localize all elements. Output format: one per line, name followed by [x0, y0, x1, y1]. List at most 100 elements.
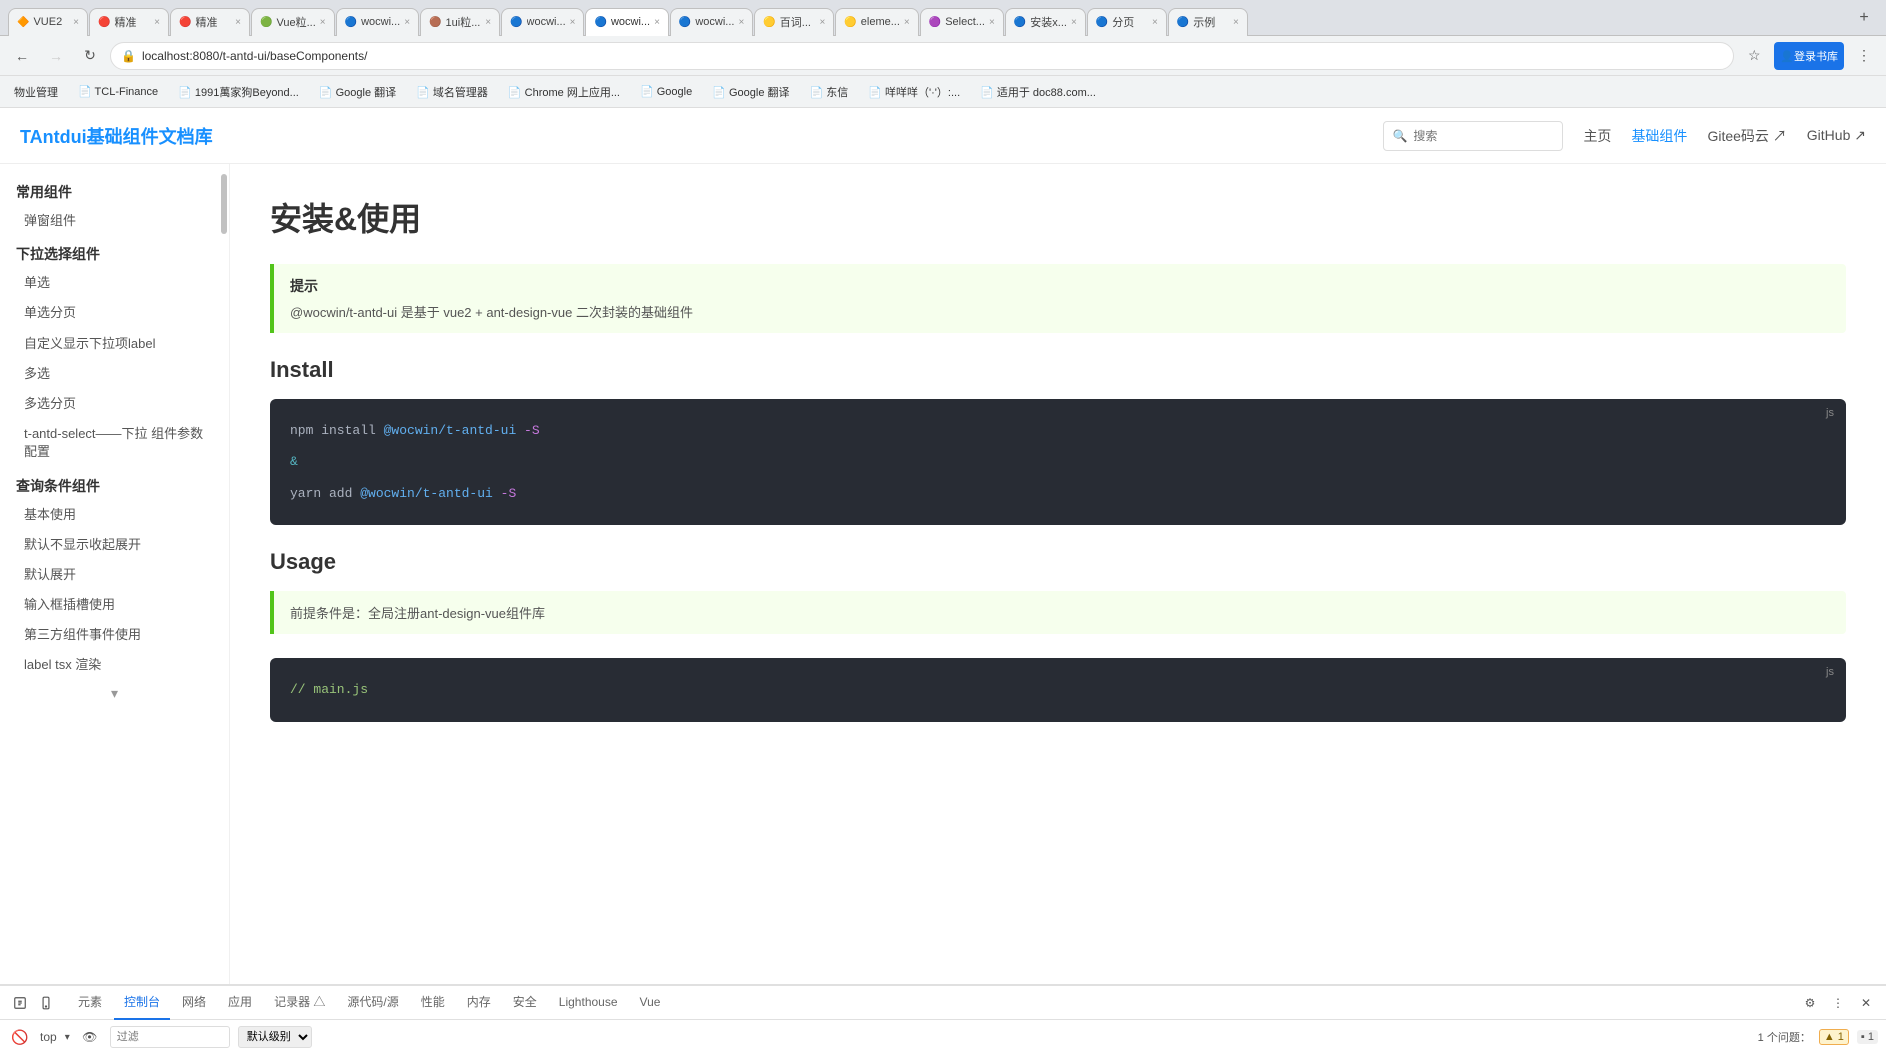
bookmark-property[interactable]: 物业管理 — [8, 82, 64, 102]
tab-wocwin3[interactable]: 🔵wocwi...× — [670, 8, 753, 36]
tab-close-icon[interactable]: × — [404, 17, 410, 28]
bookmark-dongxin[interactable]: 📄 东信 — [804, 82, 855, 102]
new-tab-button[interactable]: + — [1850, 4, 1878, 32]
sidebar-item-multi-page[interactable]: 多选分页 — [0, 389, 229, 419]
tab-wocwin-active[interactable]: 🔵wocwi...× — [585, 8, 668, 36]
reload-button[interactable]: ↻ — [76, 42, 104, 70]
devtools-clear-button[interactable]: 🚫 — [8, 1025, 32, 1049]
sidebar-item-no-collapse[interactable]: 默认不显示收起展开 — [0, 530, 229, 560]
devtools-filter-input[interactable] — [110, 1026, 230, 1048]
back-button[interactable]: ← — [8, 42, 36, 70]
tab-pagination[interactable]: 🔵分页× — [1087, 8, 1167, 36]
tab-baicheck[interactable]: 🟡百词...× — [754, 8, 834, 36]
devtools-tab-recorder[interactable]: 记录器 △ — [264, 986, 335, 1020]
site-header: TAntdui基础组件文档库 🔍 主页 基础组件 Gitee码云 ↗ GitHu… — [0, 108, 1886, 164]
tab-example[interactable]: 🔵示例× — [1168, 8, 1248, 36]
nav-home[interactable]: 主页 — [1583, 126, 1611, 146]
devtools-tab-vue[interactable]: Vue — [630, 986, 671, 1020]
sidebar-item-modal[interactable]: 弹窗组件 — [0, 206, 229, 236]
sidebar-item-label-tsx[interactable]: label tsx 渲染 — [0, 650, 229, 680]
tab-close-icon[interactable]: × — [1071, 17, 1077, 28]
tab-wocwin1[interactable]: 🔵wocwi...× — [336, 8, 419, 36]
devtools-tab-app[interactable]: 应用 — [218, 986, 262, 1020]
bookmark-button[interactable]: ☆ — [1740, 42, 1768, 70]
tab-close-icon[interactable]: × — [1233, 17, 1239, 28]
tab-close-icon[interactable]: × — [1152, 17, 1158, 28]
devtools-issue-badge[interactable]: ▲ 1 — [1819, 1029, 1849, 1045]
sidebar-item-basic[interactable]: 基本使用 — [0, 500, 229, 530]
tab-element[interactable]: 🟡eleme...× — [835, 8, 918, 36]
code-yarn-command: yarn add — [290, 486, 360, 501]
bookmark-domain[interactable]: 📄 域名管理器 — [410, 82, 494, 102]
scrollbar-thumb[interactable] — [221, 174, 227, 234]
devtools-tab-security[interactable]: 安全 — [503, 986, 547, 1020]
search-input[interactable] — [1413, 129, 1554, 143]
sidebar-item-multi[interactable]: 多选 — [0, 359, 229, 389]
sidebar-section-title-common: 常用组件 — [0, 174, 229, 206]
devtools-tab-console[interactable]: 控制台 — [114, 986, 170, 1020]
sidebar-section-title-select: 下拉选择组件 — [0, 236, 229, 268]
search-box[interactable]: 🔍 — [1383, 121, 1563, 151]
tab-close-icon[interactable]: × — [235, 17, 241, 28]
tab-select[interactable]: 🟣Select...× — [920, 8, 1004, 36]
tab-close-icon[interactable]: × — [989, 17, 995, 28]
devtools-tab-elements[interactable]: 元素 — [68, 986, 112, 1020]
bookmark-translate[interactable]: 📄 Google 翻译 — [313, 82, 402, 102]
tab-1ui[interactable]: 🟤1ui粒...× — [420, 8, 500, 36]
tab-bar[interactable]: 🔶VUE2× 🔴精准× 🔴精准× 🟢Vue粒...× 🔵wocwi...× 🟤1… — [0, 0, 1886, 36]
tab-install[interactable]: 🔵安装x...× — [1005, 8, 1086, 36]
tab-close-icon[interactable]: × — [154, 17, 160, 28]
devtools-eye-button[interactable]: 👁 — [78, 1025, 102, 1049]
tab-close-icon[interactable]: × — [904, 17, 910, 28]
tab-close-icon[interactable]: × — [320, 17, 326, 28]
tab-close-icon[interactable]: × — [485, 17, 491, 28]
sidebar-item-custom-label[interactable]: 自定义显示下拉项label — [0, 329, 229, 359]
bookmark-tcl[interactable]: 📄 TCL-Finance — [72, 83, 164, 100]
address-input-box[interactable]: 🔒 localhost:8080/t-antd-ui/baseComponent… — [110, 42, 1734, 70]
settings-button[interactable]: ⋮ — [1850, 42, 1878, 70]
code-line-yarn: yarn add @wocwin/t-antd-ui -S — [290, 482, 1826, 505]
devtools-close-button[interactable]: ✕ — [1854, 991, 1878, 1015]
devtools-inspect-button[interactable] — [8, 991, 32, 1015]
address-bar: ← → ↻ 🔒 localhost:8080/t-antd-ui/baseCom… — [0, 36, 1886, 76]
devtools-tab-lighthouse[interactable]: Lighthouse — [549, 986, 628, 1020]
nav-github[interactable]: GitHub ↗ — [1807, 127, 1866, 144]
sidebar-item-single-page[interactable]: 单选分页 — [0, 298, 229, 328]
tab-close-icon[interactable]: × — [73, 17, 79, 28]
devtools-settings-button[interactable]: ⚙ — [1798, 991, 1822, 1015]
bookmark-chrome-apps[interactable]: 📄 Chrome 网上应用... — [502, 82, 626, 102]
sidebar-item-config[interactable]: t-antd-select——下拉 组件参数配置 — [0, 419, 229, 467]
extension-button[interactable]: 👤登录书库 — [1774, 42, 1844, 70]
bookmark-doc88[interactable]: 📄 适用于 doc88.com... — [974, 82, 1102, 102]
devtools-level-select[interactable]: 默认级别 — [238, 1026, 312, 1048]
devtools-more-button[interactable]: ⋮ — [1826, 991, 1850, 1015]
tab-2[interactable]: 🔴精准× — [89, 8, 169, 36]
nav-gitee[interactable]: Gitee码云 ↗ — [1707, 126, 1786, 146]
sidebar-item-event[interactable]: 第三方组件事件使用 — [0, 620, 229, 650]
bookmark-google-translate[interactable]: 📄 Google 翻译 — [706, 82, 795, 102]
sidebar-item-slot[interactable]: 输入框插槽使用 — [0, 590, 229, 620]
tab-close-icon[interactable]: × — [654, 17, 660, 28]
devtools-device-button[interactable] — [34, 991, 58, 1015]
sidebar-item-single[interactable]: 单选 — [0, 268, 229, 298]
forward-button[interactable]: → — [42, 42, 70, 70]
devtools-tab-network[interactable]: 网络 — [172, 986, 216, 1020]
code-main-comment: // main.js — [290, 682, 368, 697]
page-title: 安装&使用 — [270, 194, 1846, 240]
tab-vue-particle[interactable]: 🟢Vue粒...× — [251, 8, 335, 36]
bookmark-mie[interactable]: 📄 咩咩咩（'·'）:... — [862, 82, 966, 102]
nav-components[interactable]: 基础组件 — [1631, 126, 1687, 146]
devtools-tab-memory[interactable]: 内存 — [457, 986, 501, 1020]
tab-close-icon[interactable]: × — [570, 17, 576, 28]
tab-wocwin2[interactable]: 🔵wocwi...× — [501, 8, 584, 36]
tab-vue2[interactable]: 🔶VUE2× — [8, 8, 88, 36]
devtools-dropdown-icon[interactable]: ▾ — [65, 1032, 70, 1043]
sidebar-item-expand[interactable]: 默认展开 — [0, 560, 229, 590]
tab-close-icon[interactable]: × — [738, 17, 744, 28]
bookmark-1991[interactable]: 📄 1991萬家狗Beyond... — [172, 82, 305, 102]
devtools-tab-sources[interactable]: 源代码/源 — [337, 986, 408, 1020]
devtools-tab-performance[interactable]: 性能 — [411, 986, 455, 1020]
tab-close-icon[interactable]: × — [819, 17, 825, 28]
bookmark-google[interactable]: 📄 Google — [634, 83, 698, 100]
tab-3[interactable]: 🔴精准× — [170, 8, 250, 36]
